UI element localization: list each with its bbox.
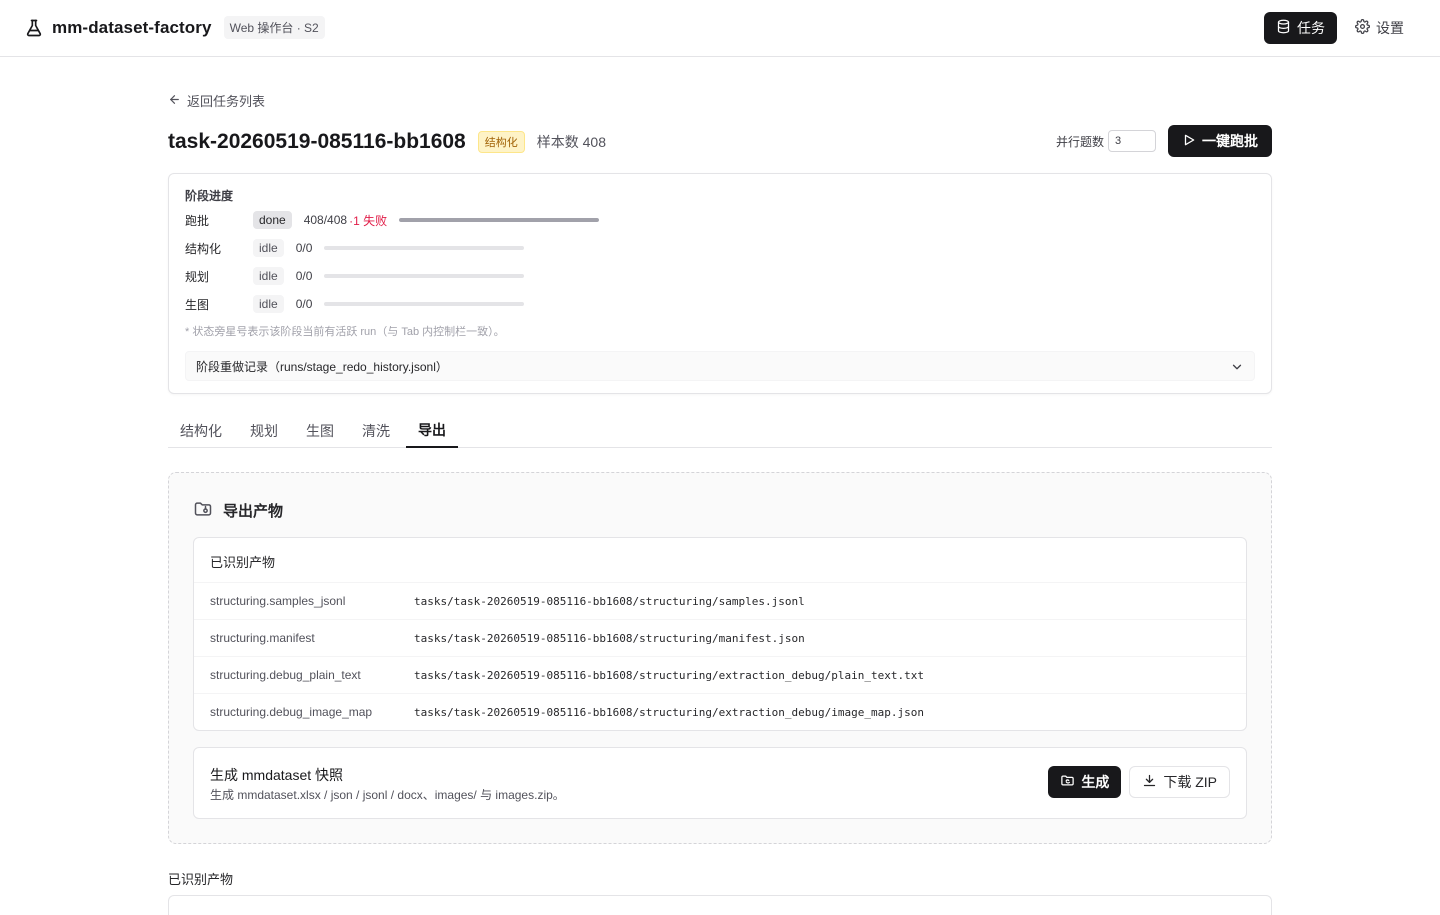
flask-icon — [24, 18, 44, 38]
snapshot-card: 生成 mmdataset 快照 生成 mmdataset.xlsx / json… — [193, 747, 1247, 819]
stage-progress-card: 阶段进度 跑批 done 408/408 ·1 失败 结构化 idle 0/0 … — [168, 173, 1272, 394]
download-icon — [1142, 773, 1157, 791]
run-controls: 并行题数 一键跑批 — [1056, 125, 1272, 157]
stage-name: 结构化 — [185, 241, 222, 256]
tab-structuring[interactable]: 结构化 — [168, 413, 234, 448]
artifact-key: structuring.debug_plain_text — [210, 668, 361, 682]
artifacts-card: 已识别产物 structuring.samples_jsonl tasks/ta… — [193, 537, 1247, 731]
stage-status-badge: idle — [253, 295, 284, 313]
nav-tasks-label: 任务 — [1297, 20, 1325, 36]
back-to-list-link[interactable]: 返回任务列表 — [168, 91, 265, 110]
export-title: 导出产物 — [223, 503, 284, 520]
stage-progress-text: 0/0 — [295, 269, 313, 283]
export-header: 导出产物 — [193, 499, 283, 522]
brand[interactable]: mm-dataset-factory Web 操作台 · S2 — [24, 16, 325, 39]
download-zip-label: 下载 ZIP — [1163, 774, 1217, 790]
stage-progress-heading: 阶段进度 — [185, 189, 234, 203]
app-name: mm-dataset-factory — [52, 17, 212, 37]
stage-status-badge: idle — [253, 267, 284, 285]
table-row: structuring.manifest tasks/task-20260519… — [194, 619, 1246, 656]
back-label: 返回任务列表 — [187, 94, 266, 109]
nav-settings-label: 设置 — [1376, 20, 1404, 36]
export-panel: 导出产物 已识别产物 structuring.samples_jsonl tas… — [168, 472, 1272, 844]
table-row: structuring.samples_jsonl tasks/task-202… — [194, 582, 1246, 619]
stage-note: * 状态旁星号表示该阶段当前有活跃 run（与 Tab 内控制栏一致）。 — [185, 326, 505, 338]
chevron-down-icon — [1230, 360, 1244, 374]
concurrency-label: 并行题数 — [1055, 134, 1104, 149]
tab-planning[interactable]: 规划 — [238, 413, 290, 448]
folder-icon — [193, 499, 213, 522]
stage-progress-bar — [324, 302, 525, 306]
snapshot-description: 生成 mmdataset.xlsx / json / jsonl / docx、… — [210, 788, 565, 802]
artifacts-title: 已识别产物 — [210, 555, 276, 570]
stage-progress-bar — [399, 218, 600, 222]
stage-progress-fill — [399, 218, 600, 222]
artifact-key: structuring.samples_jsonl — [210, 594, 346, 608]
top-nav: 任务 设置 — [1264, 12, 1416, 44]
arrow-left-icon — [168, 93, 181, 109]
table-row: structuring.debug_plain_text tasks/task-… — [194, 656, 1246, 693]
database-icon — [1276, 19, 1291, 37]
stage-progress-text: 0/0 — [295, 241, 313, 255]
tab-cleaning[interactable]: 清洗 — [350, 413, 402, 448]
generate-button[interactable]: 生成 — [1048, 766, 1122, 798]
snapshot-title: 生成 mmdataset 快照 — [210, 767, 344, 783]
stage-tabs: 结构化 规划 生图 清洗 导出 — [168, 413, 1272, 448]
stage-row-batch: 跑批 done 408/408 ·1 失败 — [185, 210, 600, 230]
stage-row-image-gen: 生图 idle 0/0 — [185, 294, 525, 314]
redo-history-label: 阶段重做记录（runs/stage_redo_history.jsonl） — [196, 359, 448, 374]
bottom-artifacts-label: 已识别产物 — [168, 872, 234, 887]
play-icon — [1182, 133, 1196, 150]
stage-progress-bar — [324, 246, 525, 250]
artifact-path[interactable]: tasks/task-20260519-085116-bb1608/struct… — [414, 669, 924, 682]
stage-name: 规划 — [185, 269, 210, 284]
task-type-badge: 结构化 — [477, 131, 525, 153]
stage-status-badge: idle — [253, 239, 284, 257]
nav-tasks-button[interactable]: 任务 — [1264, 12, 1337, 44]
stage-fail-count: ·1 失败 — [349, 213, 388, 228]
stage-progress-text: 408/408 — [303, 213, 348, 227]
generate-label: 生成 — [1081, 774, 1110, 790]
folder-sync-icon — [1060, 773, 1075, 791]
stage-progress-bar — [324, 274, 525, 278]
artifacts-table: structuring.samples_jsonl tasks/task-202… — [194, 582, 1246, 730]
nav-settings-button[interactable]: 设置 — [1343, 12, 1416, 44]
stage-status-badge: done — [253, 211, 292, 229]
stage-name: 生图 — [185, 297, 210, 312]
concurrency-input[interactable] — [1108, 130, 1156, 152]
task-header: task-20260519-085116-bb1608 结构化 样本数 408 … — [168, 125, 1272, 157]
stage-row-planning: 规划 idle 0/0 — [185, 266, 525, 286]
artifact-key: structuring.debug_image_map — [210, 705, 373, 719]
artifact-path[interactable]: tasks/task-20260519-085116-bb1608/struct… — [414, 595, 805, 608]
artifact-path[interactable]: tasks/task-20260519-085116-bb1608/struct… — [414, 706, 924, 719]
tab-image-gen[interactable]: 生图 — [294, 413, 346, 448]
gear-icon — [1355, 19, 1370, 37]
sample-count: 样本数 408 — [536, 134, 606, 150]
run-all-label: 一键跑批 — [1202, 133, 1258, 149]
stage-redo-history-toggle[interactable]: 阶段重做记录（runs/stage_redo_history.jsonl） — [185, 351, 1255, 381]
snapshot-actions: 生成 下载 ZIP — [1048, 766, 1230, 798]
stage-row-structuring: 结构化 idle 0/0 — [185, 238, 525, 258]
run-all-button[interactable]: 一键跑批 — [1168, 125, 1272, 157]
table-row: structuring.debug_image_map tasks/task-2… — [194, 693, 1246, 730]
stage-name: 跑批 — [185, 213, 210, 228]
top-bar: mm-dataset-factory Web 操作台 · S2 任务 设置 — [0, 0, 1440, 57]
download-zip-button[interactable]: 下载 ZIP — [1129, 766, 1230, 798]
artifact-key: structuring.manifest — [210, 631, 315, 645]
task-title: task-20260519-085116-bb1608 — [168, 130, 466, 153]
stage-progress-text: 0/0 — [295, 297, 313, 311]
artifact-path[interactable]: tasks/task-20260519-085116-bb1608/struct… — [414, 632, 805, 645]
bottom-artifacts-card — [168, 895, 1272, 915]
tab-export[interactable]: 导出 — [406, 413, 458, 448]
app-tag: Web 操作台 · S2 — [223, 16, 325, 39]
